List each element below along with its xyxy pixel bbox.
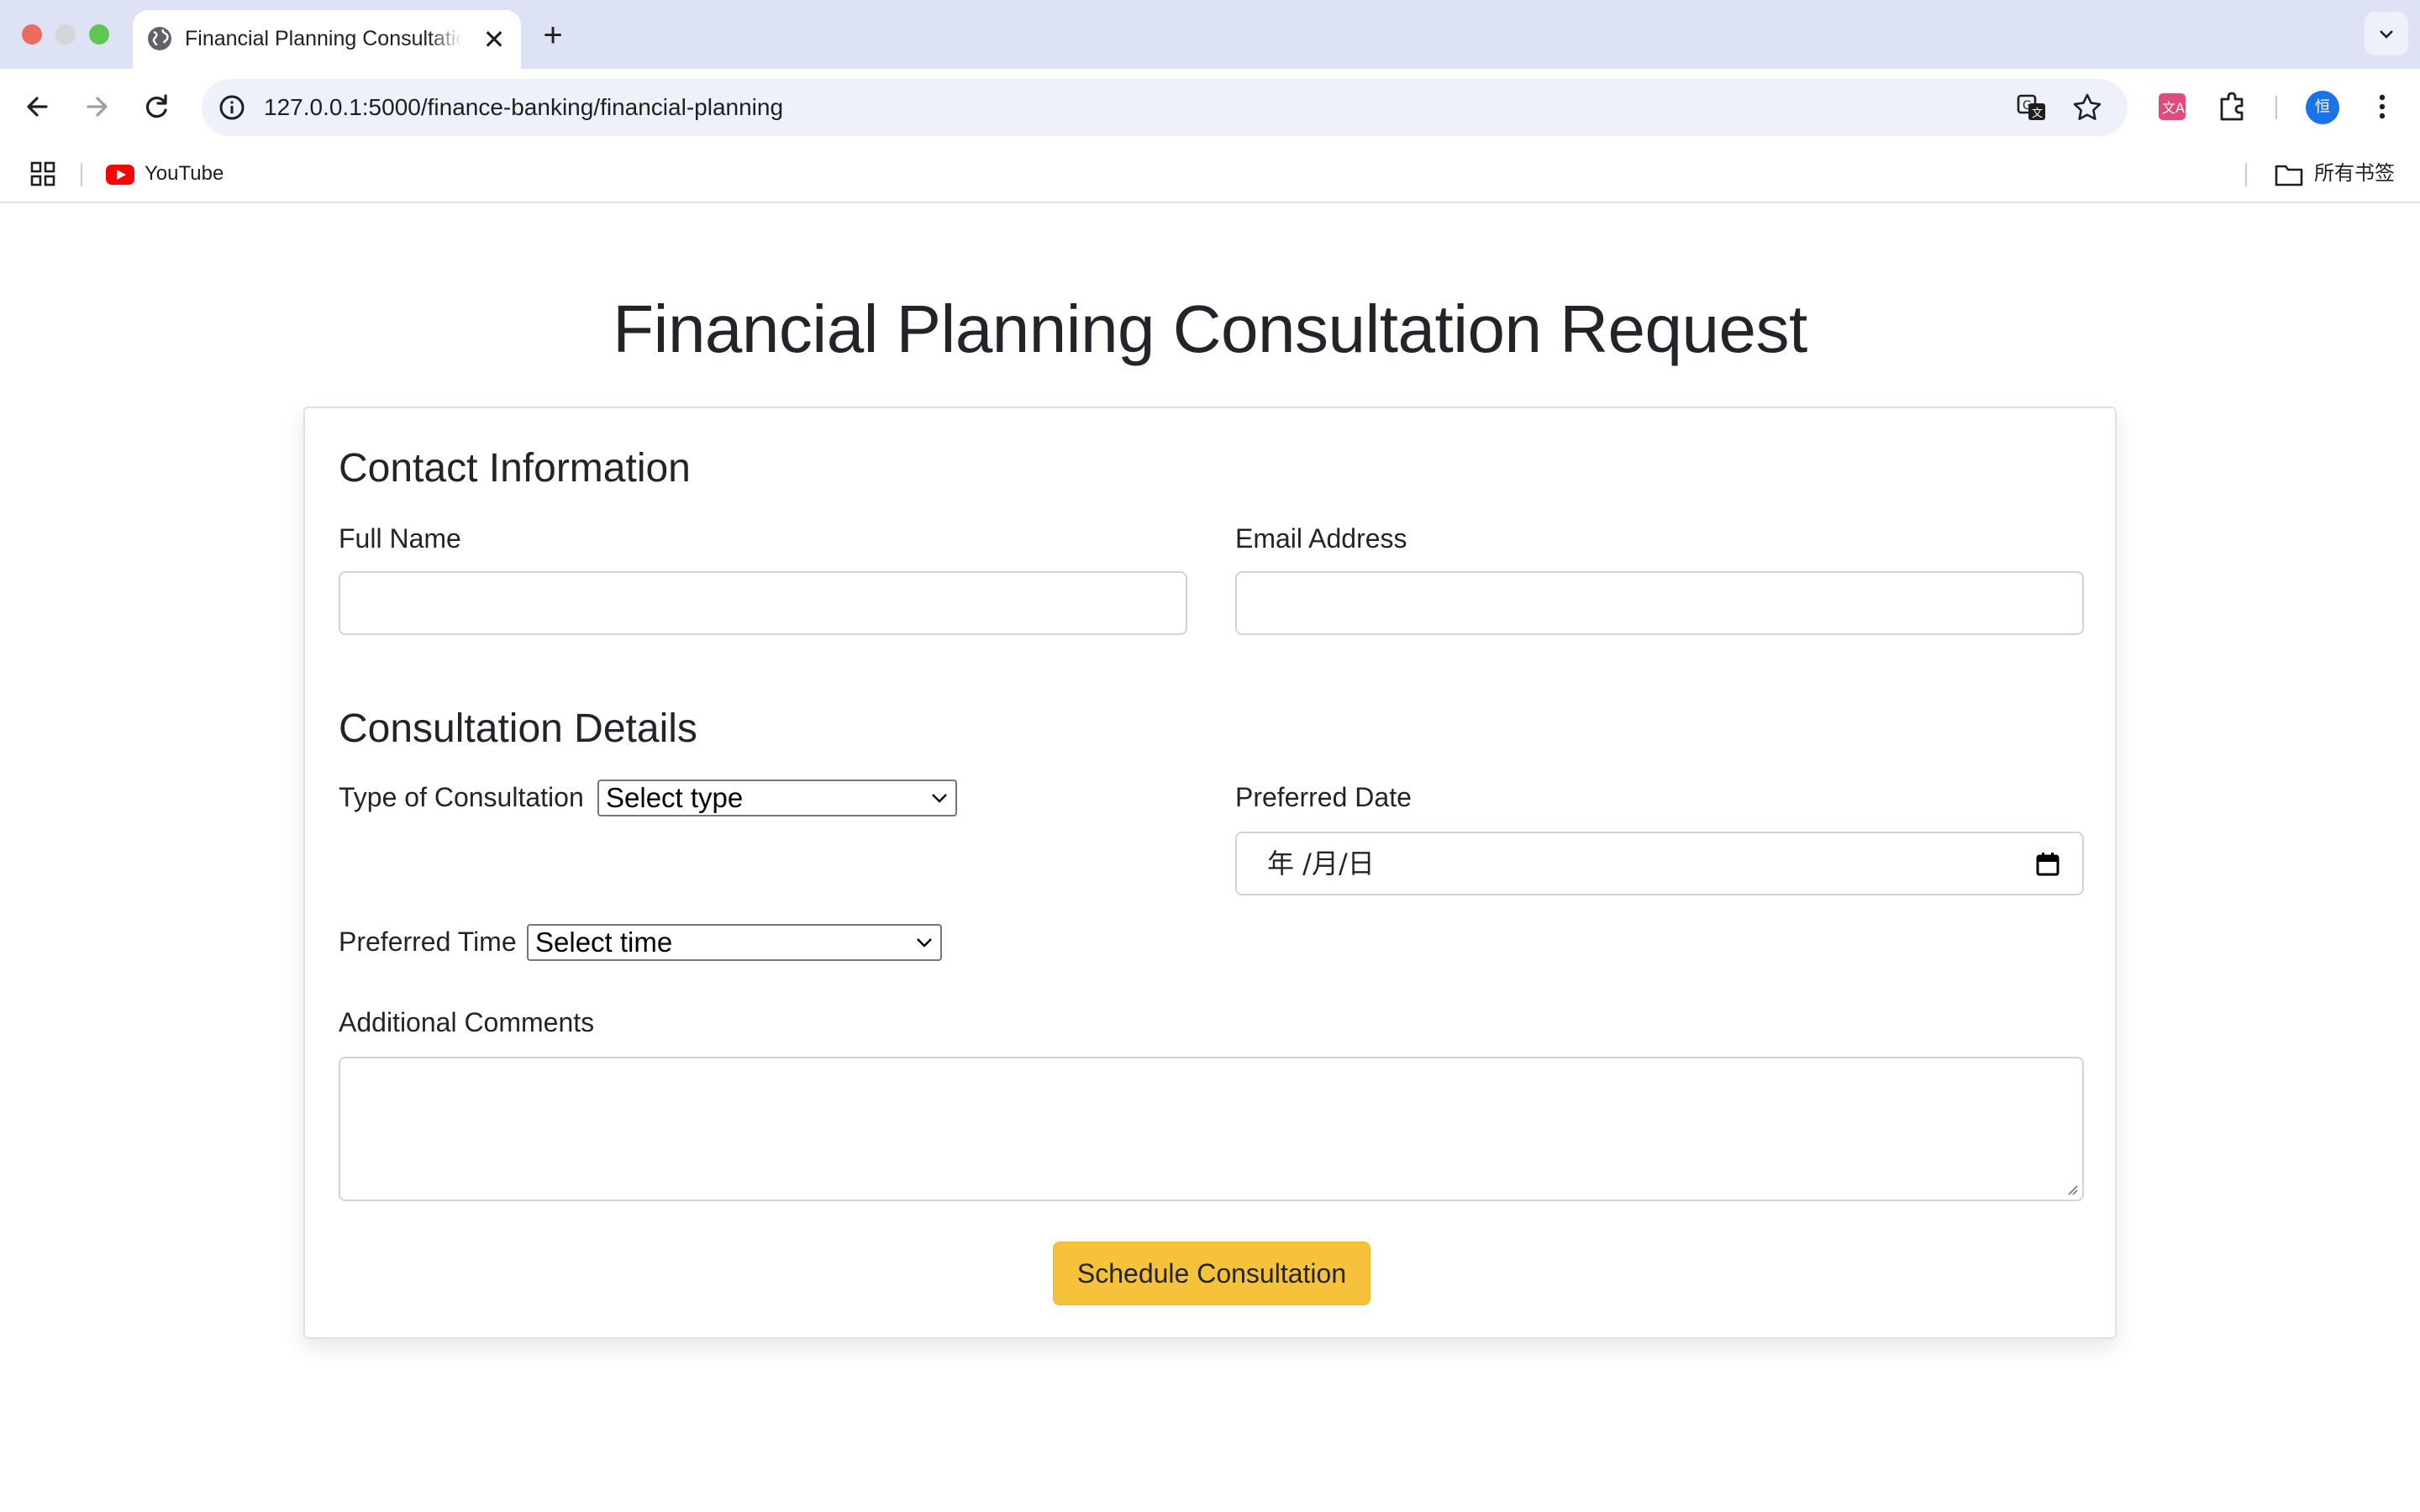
consultation-type-label: Type of Consultation <box>339 782 584 812</box>
extensions-puzzle-icon[interactable] <box>2212 86 2254 128</box>
new-tab-button[interactable]: + <box>534 17 571 54</box>
bookmark-youtube[interactable]: YouTube <box>145 144 224 203</box>
address-bar[interactable]: 127.0.0.1:5000/finance-banking/financial… <box>202 79 2128 136</box>
contact-section-heading: Contact Information <box>339 446 691 491</box>
svg-text:文A: 文A <box>2162 100 2185 116</box>
preferred-time-select[interactable]: Select time <box>527 924 942 961</box>
reload-button[interactable] <box>136 86 178 128</box>
folder-icon <box>2275 165 2303 186</box>
bookmarks-divider <box>81 163 82 186</box>
preferred-time-value: Select time <box>535 927 673 958</box>
tab-title: Financial Planning Consultation Request <box>185 22 462 55</box>
resize-grip-icon[interactable] <box>2064 1181 2079 1196</box>
more-menu-icon[interactable] <box>2361 86 2403 128</box>
comments-label: Additional Comments <box>339 1007 595 1037</box>
reload-icon <box>146 94 167 118</box>
page-title: Financial Planning Consultation Request <box>613 291 1807 366</box>
preferred-time-label: Preferred Time <box>339 927 517 957</box>
email-input[interactable] <box>1235 571 2084 635</box>
browser-toolbar: 127.0.0.1:5000/finance-banking/financial… <box>0 69 2420 144</box>
schedule-consultation-button[interactable]: Schedule Consultation <box>1053 1242 1370 1305</box>
maximize-window-button[interactable] <box>89 24 109 45</box>
date-placeholder: 年 /月/日 <box>1267 848 1375 879</box>
minimize-window-button[interactable] <box>55 24 76 45</box>
chevron-down-icon <box>932 794 947 803</box>
full-name-input[interactable] <box>339 571 1187 635</box>
globe-icon <box>148 27 171 50</box>
full-name-label: Full Name <box>339 523 461 554</box>
bookmarks-divider <box>2245 163 2247 186</box>
preferred-date-input[interactable]: 年 /月/日 <box>1235 832 2084 895</box>
consultation-section-heading: Consultation Details <box>339 706 697 751</box>
tab-close-icon[interactable]: ✕ <box>477 23 511 56</box>
bookmark-star-icon[interactable] <box>2069 89 2106 126</box>
forward-arrow-icon <box>87 97 108 117</box>
forward-button[interactable] <box>76 86 118 128</box>
browser-tab-active[interactable]: Financial Planning Consultation Request … <box>133 10 521 69</box>
toolbar-divider <box>2275 96 2277 119</box>
back-arrow-icon <box>27 97 48 117</box>
browser-tabstrip: Financial Planning Consultation Request … <box>0 0 2420 69</box>
tab-search-button[interactable] <box>2365 12 2408 55</box>
chevron-down-icon <box>2380 30 2393 39</box>
calendar-icon[interactable] <box>2035 852 2060 877</box>
preferred-date-label: Preferred Date <box>1235 782 1412 812</box>
consultation-type-value: Select type <box>606 782 744 813</box>
youtube-icon <box>106 165 134 185</box>
site-info-icon[interactable] <box>213 89 250 126</box>
bookmarks-bar: YouTube 所有书签 <box>0 144 2420 203</box>
url-text[interactable]: 127.0.0.1:5000/finance-banking/financial… <box>264 79 783 136</box>
email-label: Email Address <box>1235 523 1407 554</box>
apps-grid-icon[interactable] <box>29 160 57 188</box>
comments-textarea[interactable] <box>339 1057 2084 1201</box>
translate-icon[interactable]: G文 <box>2013 89 2050 126</box>
svg-text:文: 文 <box>2032 108 2043 120</box>
all-bookmarks-button[interactable]: 所有书签 <box>2314 144 2395 203</box>
consultation-type-select[interactable]: Select type <box>597 780 957 816</box>
chevron-down-icon <box>917 938 932 948</box>
back-button[interactable] <box>17 86 59 128</box>
profile-avatar[interactable]: 恒 <box>2306 91 2339 124</box>
close-window-button[interactable] <box>22 24 42 45</box>
consultation-form-card: Contact Information Full Name Email Addr… <box>303 407 2117 1339</box>
translator-extension-icon[interactable]: 文A <box>2151 86 2193 128</box>
